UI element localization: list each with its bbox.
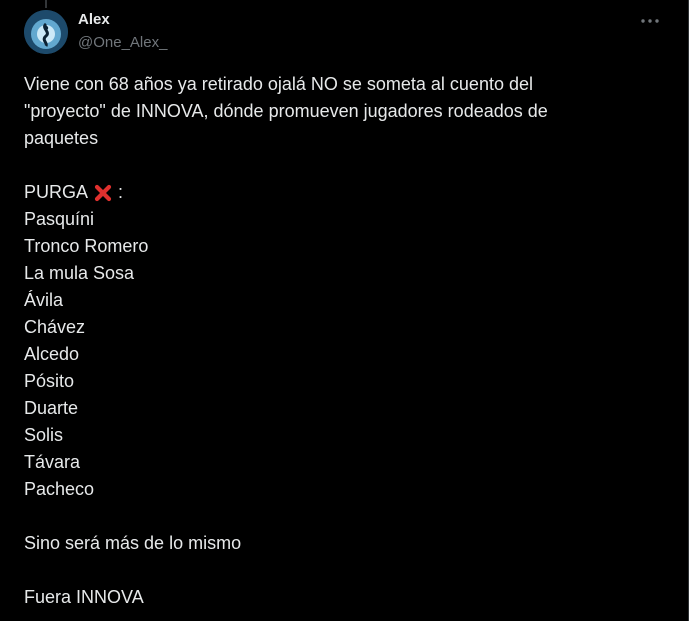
closing-line-1: Sino será más de lo mismo — [24, 533, 242, 553]
purga-heading: PURGA : — [24, 179, 664, 206]
purga-item: Pasquíni — [24, 209, 95, 229]
purga-item: Tronco Romero — [24, 236, 149, 256]
purga-item: Solis — [24, 425, 64, 445]
purga-item: Pósito — [24, 371, 75, 391]
tweet-intro-line-1: Viene con 68 años ya retirado ojalá NO s… — [24, 74, 533, 94]
closing-line-2: Fuera INNOVA — [24, 587, 144, 607]
thread-line — [45, 0, 47, 8]
cross-mark-emoji — [94, 184, 112, 201]
purga-suffix: : — [118, 182, 124, 202]
avatar-image — [24, 10, 68, 54]
purga-item: Alcedo — [24, 344, 80, 364]
author-name[interactable]: Alex — [78, 11, 110, 28]
purga-item: Duarte — [24, 398, 79, 418]
tweet-intro-line-2: "proyecto" de INNOVA, dónde promueven ju… — [24, 101, 548, 121]
purga-label: PURGA — [24, 182, 89, 202]
more-horizontal-icon — [641, 19, 659, 23]
avatar[interactable] — [24, 10, 68, 54]
purga-item: Távara — [24, 452, 81, 472]
more-button[interactable] — [636, 10, 664, 32]
purga-item: La mula Sosa — [24, 263, 135, 283]
purga-item: Ávila — [24, 290, 64, 310]
tweet-card: Alex @One_Alex_ Viene con 68 años ya ret… — [0, 0, 689, 621]
purga-item: Chávez — [24, 317, 86, 337]
purga-item: Pacheco — [24, 479, 95, 499]
tweet-intro-line-3: paquetes — [24, 128, 99, 148]
author-handle[interactable]: @One_Alex_ — [78, 34, 167, 51]
tweet-text: Viene con 68 años ya retirado ojalá NO s… — [24, 71, 664, 611]
